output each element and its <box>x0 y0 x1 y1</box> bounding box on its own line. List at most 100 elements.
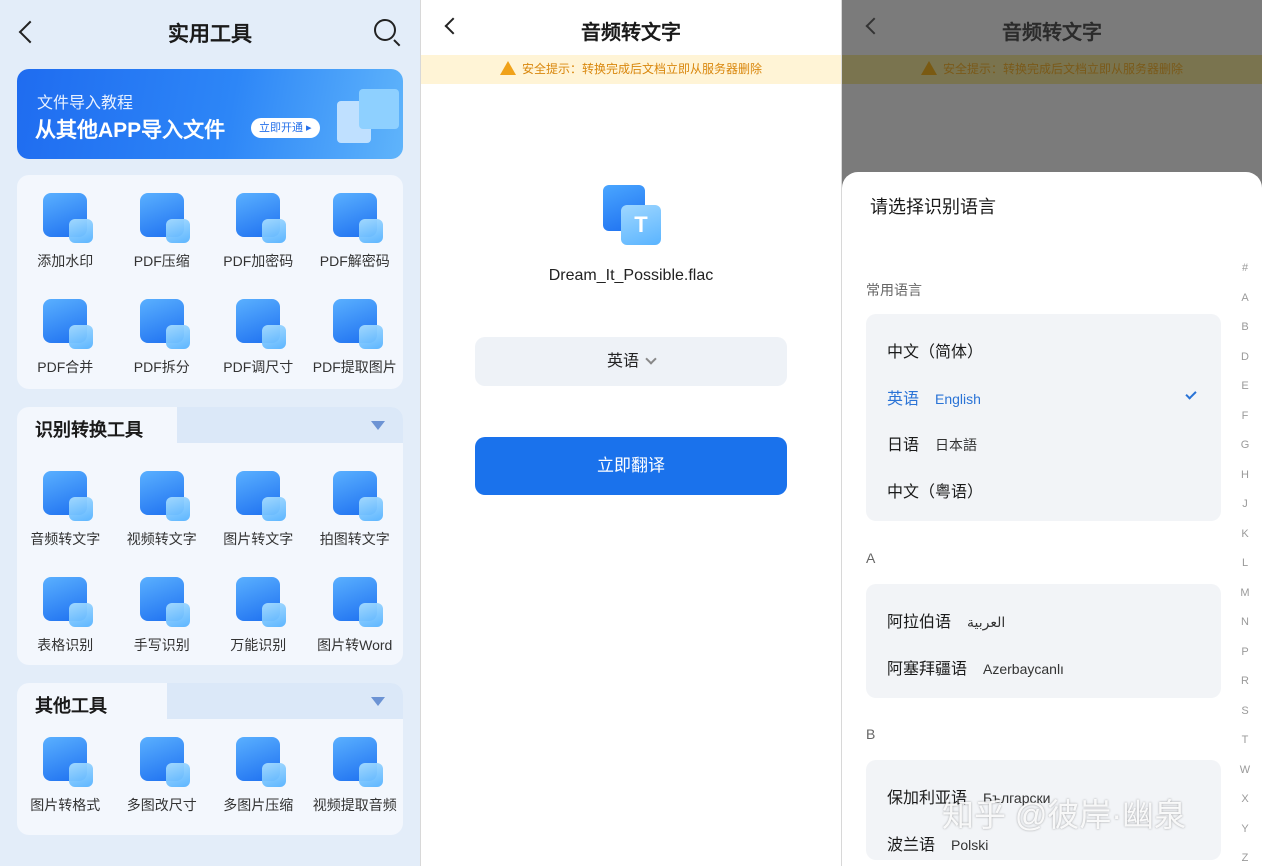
banner-open-button[interactable]: 立即开通 ▸ <box>251 118 320 138</box>
tool-pdf-split[interactable]: PDF拆分 <box>114 281 211 387</box>
group-a-list: 阿拉伯语 العربية 阿塞拜疆语 Azerbaycanlı <box>866 584 1221 698</box>
index-letter[interactable]: M <box>1236 579 1254 609</box>
checkmark-icon <box>1185 388 1197 400</box>
index-letter[interactable]: T <box>1236 726 1254 756</box>
pdf-compress-icon <box>139 193 190 243</box>
file-name: Dream_It_Possible.flac <box>548 267 714 284</box>
index-letter[interactable]: F <box>1236 402 1254 432</box>
index-letter[interactable]: X <box>1236 785 1254 815</box>
tool-handwriting-ocr[interactable]: 手写识别 <box>114 559 211 665</box>
video-text-icon <box>139 471 190 521</box>
pdf-split-icon <box>139 299 190 349</box>
index-letter[interactable]: N <box>1236 608 1254 638</box>
word-icon <box>332 577 383 627</box>
import-banner[interactable]: 文件导入教程 从其他APP导入文件 立即开通 ▸ <box>17 69 403 159</box>
tool-video-extract-audio[interactable]: 视频提取音频 <box>307 719 404 825</box>
collapse-triangle-icon[interactable] <box>371 421 385 430</box>
tool-audio-to-text[interactable]: 音频转文字 <box>17 453 114 559</box>
other-section-header[interactable]: 其他工具 <box>17 683 403 719</box>
pdf-unlock-icon <box>332 193 383 243</box>
tool-pdf-extract-images[interactable]: PDF提取图片 <box>307 281 404 387</box>
tool-batch-compress[interactable]: 多图片压缩 <box>210 719 307 825</box>
collapse-triangle-icon[interactable] <box>371 697 385 706</box>
camera-text-icon <box>332 471 383 521</box>
index-letter[interactable]: K <box>1236 520 1254 550</box>
index-letter[interactable]: L <box>1236 549 1254 579</box>
audio-file-icon: T <box>603 185 663 245</box>
watermark-icon <box>43 193 94 243</box>
tool-pdf-resize[interactable]: PDF调尺寸 <box>210 281 307 387</box>
index-letter[interactable]: # <box>1236 254 1254 284</box>
recognition-section-title: 识别转换工具 <box>35 420 143 440</box>
group-label-b: B <box>866 726 876 742</box>
banner-subtitle: 文件导入教程 <box>37 95 134 112</box>
language-option[interactable]: 中文（简体） <box>887 338 983 362</box>
language-option[interactable]: 中文（粤语） <box>887 478 983 502</box>
audio-text-icon <box>43 471 94 521</box>
index-letter[interactable]: J <box>1236 490 1254 520</box>
index-letter[interactable]: D <box>1236 343 1254 373</box>
translate-button[interactable]: 立即翻译 <box>475 437 787 495</box>
language-select[interactable]: 英语 <box>475 337 787 386</box>
recognition-tools-grid: 音频转文字 视频转文字 图片转文字 拍图转文字 表格识别 手写识别 万能识别 图… <box>17 453 403 665</box>
index-letter[interactable]: R <box>1236 667 1254 697</box>
common-languages-list: 中文（简体） 英语 English 日语 日本語 中文（粤语） <box>866 314 1221 521</box>
selected-language: 英语 <box>606 353 639 370</box>
index-letter[interactable]: S <box>1236 697 1254 727</box>
language-sheet: 请选择识别语言 常用语言 中文（简体） 英语 English 日语 日本語 中文（粤… <box>842 172 1262 866</box>
tool-photo-to-text[interactable]: 拍图转文字 <box>307 453 404 559</box>
audio-to-text-panel: 音频转文字 安全提示：转换完成后文档立即从服务器删除 T Dream_It_Po… <box>421 0 841 866</box>
language-picker-panel: 音频转文字 安全提示：转换完成后文档立即从服务器删除 请选择识别语言 常用语言 … <box>842 0 1262 866</box>
index-letter[interactable]: B <box>1236 313 1254 343</box>
language-option[interactable]: 阿拉伯语 العربية <box>887 608 1005 632</box>
search-icon[interactable] <box>374 19 396 41</box>
security-warning: 安全提示：转换完成后文档立即从服务器删除 <box>842 55 1262 84</box>
image-text-icon <box>236 471 287 521</box>
table-scan-icon <box>43 577 94 627</box>
index-letter[interactable]: G <box>1236 431 1254 461</box>
tool-image-to-text[interactable]: 图片转文字 <box>210 453 307 559</box>
index-letter[interactable]: W <box>1236 756 1254 786</box>
recognition-section-header[interactable]: 识别转换工具 <box>17 407 403 443</box>
pdf-lock-icon <box>236 193 287 243</box>
tool-video-to-text[interactable]: 视频转文字 <box>114 453 211 559</box>
index-letter[interactable]: A <box>1236 284 1254 314</box>
sheet-title: 请选择识别语言 <box>870 197 996 217</box>
tool-pdf-compress[interactable]: PDF压缩 <box>114 175 211 281</box>
tool-pdf-encrypt[interactable]: PDF加密码 <box>210 175 307 281</box>
image-format-icon <box>43 737 94 787</box>
language-option[interactable]: 阿塞拜疆语 Azerbaycanlı <box>887 655 1064 679</box>
other-tools-card: 其他工具 图片转格式 多图改尺寸 多图片压缩 视频提取音频 <box>17 683 403 835</box>
index-letter[interactable]: Y <box>1236 815 1254 845</box>
tool-batch-resize[interactable]: 多图改尺寸 <box>114 719 211 825</box>
ruler-icon <box>236 299 287 349</box>
watermark: 知乎 @彼岸·幽泉 <box>942 797 1187 833</box>
index-letter[interactable]: Z <box>1236 844 1254 866</box>
tool-image-to-word[interactable]: 图片转Word <box>307 559 404 665</box>
alphabet-index[interactable]: # A B D E F G H J K L M N P R S T W X Y Z <box>1236 254 1254 866</box>
tool-table-ocr[interactable]: 表格识别 <box>17 559 114 665</box>
tool-pdf-merge[interactable]: PDF合并 <box>17 281 114 387</box>
tools-panel: 实用工具 文件导入教程 从其他APP导入文件 立即开通 ▸ 添加水印 PDF压缩… <box>0 0 420 866</box>
tool-add-watermark[interactable]: 添加水印 <box>17 175 114 281</box>
language-option[interactable]: 日语 日本語 <box>887 431 977 455</box>
pdf-tools-card: 添加水印 PDF压缩 PDF加密码 PDF解密码 PDF合并 PDF拆分 PDF… <box>17 175 403 389</box>
banner-headline: 从其他APP导入文件 <box>35 119 226 142</box>
tool-pdf-decrypt[interactable]: PDF解密码 <box>307 175 404 281</box>
tool-image-format[interactable]: 图片转格式 <box>17 719 114 825</box>
index-letter[interactable]: E <box>1236 372 1254 402</box>
page-title: 实用工具 <box>168 23 252 46</box>
images-resize-icon <box>139 737 190 787</box>
index-letter[interactable]: P <box>1236 638 1254 668</box>
images-compress-icon <box>236 737 287 787</box>
page-title: 音频转文字 <box>581 22 681 44</box>
index-letter[interactable]: H <box>1236 461 1254 491</box>
language-option-selected[interactable]: 英语 English <box>887 385 981 409</box>
tool-universal-ocr[interactable]: 万能识别 <box>210 559 307 665</box>
warning-text: 安全提示：转换完成后文档立即从服务器删除 <box>521 62 762 76</box>
recognition-tools-card: 识别转换工具 音频转文字 视频转文字 图片转文字 拍图转文字 表格识别 手写识别… <box>17 407 403 665</box>
security-warning: 安全提示：转换完成后文档立即从服务器删除 <box>421 55 841 84</box>
page-title: 音频转文字 <box>1002 22 1102 44</box>
other-tools-grid: 图片转格式 多图改尺寸 多图片压缩 视频提取音频 <box>17 719 403 825</box>
warning-text: 安全提示：转换完成后文档立即从服务器删除 <box>942 62 1183 76</box>
